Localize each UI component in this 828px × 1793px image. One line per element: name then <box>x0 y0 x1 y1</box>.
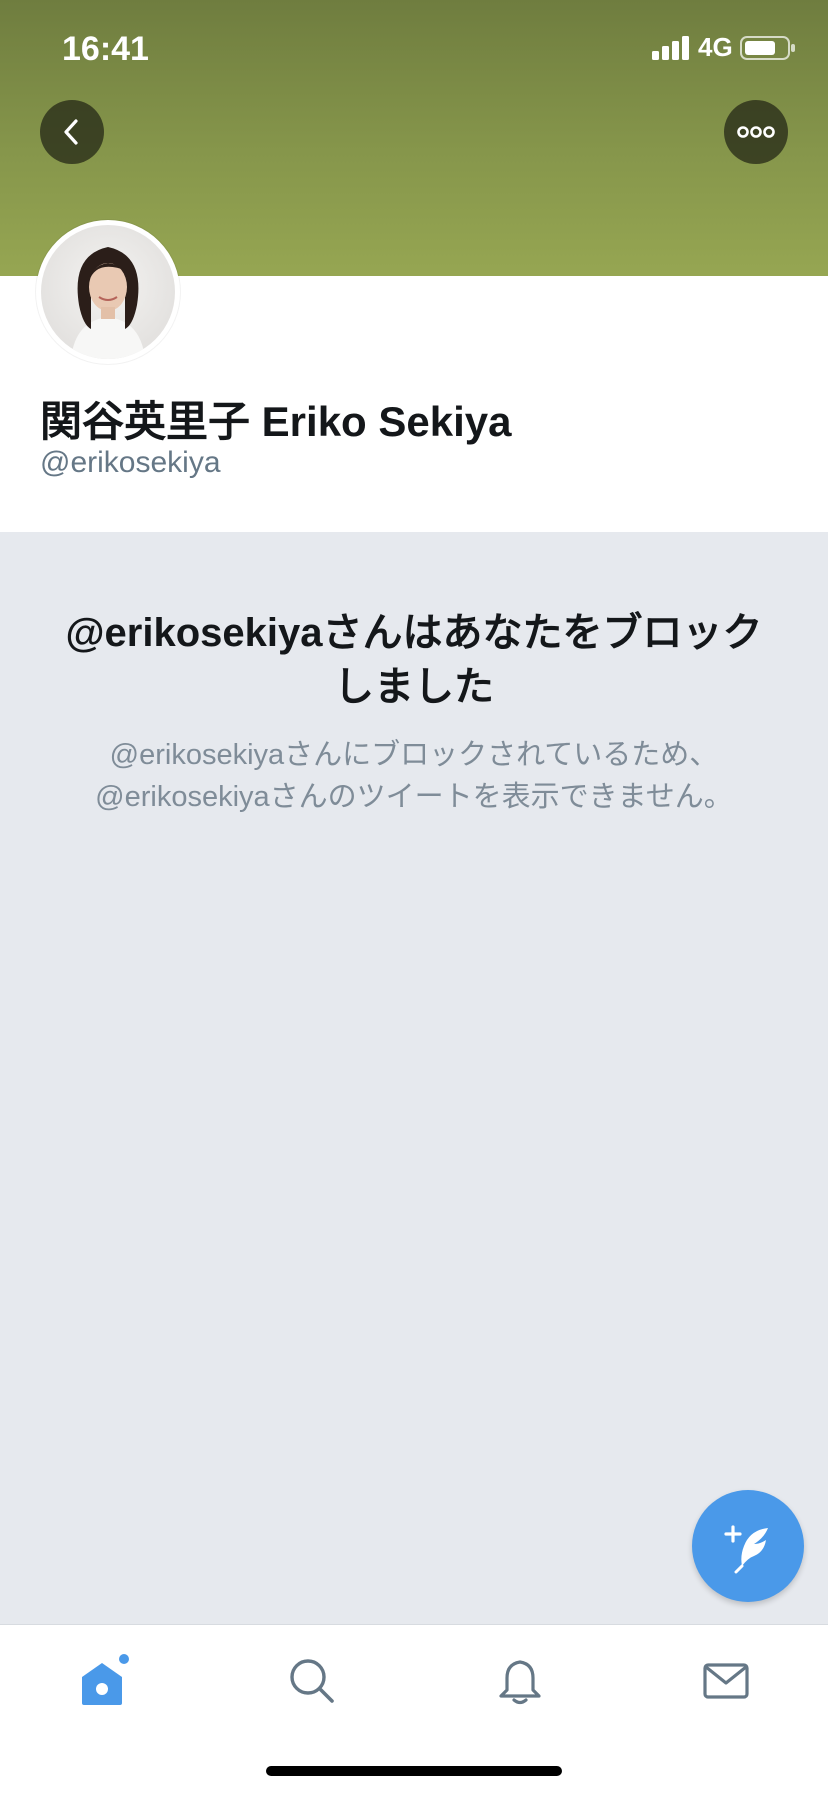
compose-tweet-icon <box>724 1525 768 1574</box>
tab-messages[interactable] <box>696 1651 756 1711</box>
blocked-description: @erikosekiyaさんにブロックされているため、 @erikosekiya… <box>40 734 788 818</box>
tab-home[interactable] <box>74 1651 134 1711</box>
home-indicator <box>266 1766 562 1776</box>
battery-icon <box>740 36 795 60</box>
back-button[interactable] <box>40 100 104 164</box>
more-options-button[interactable] <box>724 100 788 164</box>
network-type: 4G <box>698 32 733 62</box>
tab-search[interactable] <box>282 1651 342 1711</box>
blocked-title: @erikosekiyaさんはあなたをブロックしました <box>65 611 763 709</box>
home-icon <box>82 1654 129 1705</box>
chevron-left-icon <box>64 119 78 145</box>
search-icon <box>290 1659 334 1703</box>
status-time: 16:41 <box>62 30 149 68</box>
mail-icon <box>703 1663 749 1699</box>
avatar[interactable] <box>36 220 180 364</box>
signal-icon <box>652 36 689 60</box>
status-bar: 16:41 4G <box>0 0 828 100</box>
tab-notifications[interactable] <box>490 1651 550 1711</box>
display-name: 関谷英里子 Eriko Sekiya <box>40 398 512 445</box>
blocked-description-line1: @erikosekiyaさんにブロックされているため、 <box>109 739 719 771</box>
ellipsis-icon <box>737 126 775 138</box>
blocked-description-line2: @erikosekiyaさんのツイートを表示できません。 <box>95 781 733 813</box>
compose-tweet-button[interactable] <box>692 1490 804 1602</box>
avatar-photo <box>41 225 175 359</box>
user-handle: @erikosekiya <box>40 446 221 479</box>
bell-icon <box>499 1660 541 1705</box>
